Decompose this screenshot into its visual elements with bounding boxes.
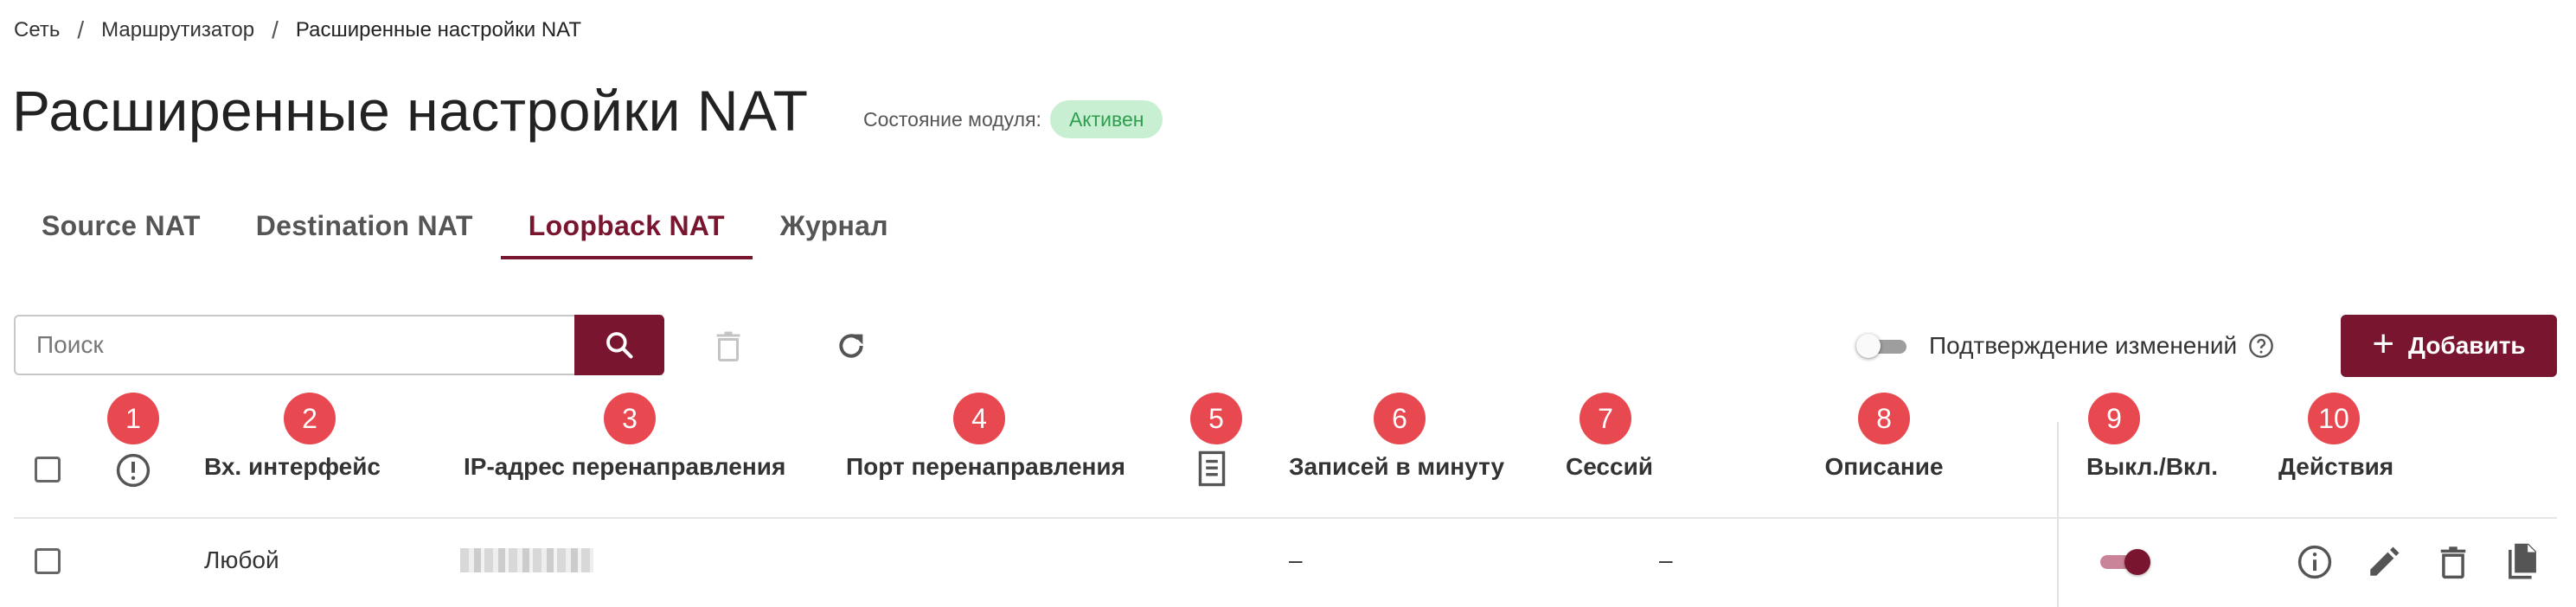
search-icon (606, 332, 633, 359)
plus-icon: + (2372, 323, 2395, 365)
cell-ip-masked (460, 548, 593, 572)
confirm-changes-label: Подтверждение изменений (1929, 332, 2238, 359)
refresh-button[interactable] (827, 322, 875, 370)
trash-icon (716, 331, 740, 361)
refresh-icon (839, 334, 863, 358)
toggle-knob (2124, 549, 2150, 575)
add-button-label: Добавить (2408, 332, 2526, 359)
breadcrumb-separator: / (77, 16, 85, 43)
edit-button[interactable] (2363, 541, 2405, 583)
search-button[interactable] (574, 315, 664, 375)
trash-icon (2440, 546, 2466, 579)
tab-destination-nat[interactable]: Destination NAT (228, 195, 501, 256)
header-sessions[interactable]: Сессий (1566, 450, 1653, 484)
add-button[interactable]: + Добавить (2341, 315, 2557, 377)
header-interface[interactable]: Вх. интерфейс (204, 450, 381, 484)
header-actions: Действия (2278, 453, 2394, 480)
column-marker: 3 (604, 393, 656, 444)
cell-interface: Любой (204, 546, 279, 573)
help-icon[interactable] (2247, 332, 2275, 360)
toggle-knob (1856, 334, 1881, 358)
column-marker: 2 (284, 393, 336, 444)
document-icon (1195, 450, 1228, 492)
column-marker: 5 (1190, 393, 1242, 444)
tab-bar: Source NAT Destination NAT Loopback NAT … (14, 195, 916, 261)
delete-selected-button[interactable] (704, 322, 753, 370)
column-marker: 1 (107, 393, 159, 444)
header-toggle[interactable]: Выкл./Вкл. (2086, 450, 2218, 484)
info-button[interactable] (2294, 541, 2336, 583)
search-field (14, 315, 663, 375)
column-marker: 7 (1580, 393, 1631, 444)
tab-journal[interactable]: Журнал (753, 195, 916, 256)
column-marker: 4 (953, 393, 1005, 444)
breadcrumb-item-network[interactable]: Сеть (14, 18, 60, 42)
delete-button[interactable] (2432, 541, 2474, 583)
confirm-changes: Подтверждение изменений (1856, 325, 2275, 367)
cell-sessions: – (1659, 546, 1673, 573)
row-checkbox[interactable] (35, 548, 61, 574)
info-icon (2297, 545, 2332, 579)
module-status: Состояние модуля: Активен (863, 100, 1163, 138)
column-marker: 9 (2088, 393, 2140, 444)
alert-circle-icon (114, 451, 152, 494)
copy-icon (2509, 543, 2536, 579)
column-marker: 10 (2308, 393, 2360, 444)
cell-records: – (1289, 546, 1303, 573)
breadcrumb-separator: / (272, 16, 279, 43)
tab-loopback-nat[interactable]: Loopback NAT (500, 195, 753, 259)
column-marker: 8 (1858, 393, 1910, 444)
edit-icon (2370, 546, 2400, 576)
nat-settings-page: Сеть / Маршрутизатор / Расширенные настр… (0, 0, 2576, 607)
status-label: Состояние модуля: (863, 107, 1041, 131)
search-input[interactable] (16, 316, 555, 374)
header-ip[interactable]: IP-адрес перенаправления (464, 450, 785, 484)
tab-source-nat[interactable]: Source NAT (14, 195, 228, 256)
breadcrumb: Сеть / Маршрутизатор / Расширенные настр… (14, 16, 581, 45)
header-description[interactable]: Описание (1824, 450, 1943, 484)
copy-button[interactable] (2502, 541, 2543, 583)
table-divider (14, 517, 2557, 519)
row-enabled-toggle[interactable] (2099, 545, 2152, 579)
column-marker: 6 (1374, 393, 1426, 444)
breadcrumb-item-router[interactable]: Маршрутизатор (101, 18, 254, 42)
confirm-changes-toggle[interactable] (1856, 329, 1910, 363)
breadcrumb-item-current: Расширенные настройки NAT (295, 18, 582, 42)
status-badge: Активен (1049, 100, 1163, 138)
column-divider (2057, 422, 2059, 607)
header-records-per-minute[interactable]: Записей в минуту (1289, 450, 1504, 484)
page-title: Расширенные настройки NAT (12, 79, 809, 143)
select-all-checkbox[interactable] (35, 457, 61, 482)
header-port[interactable]: Порт перенаправления (846, 450, 1125, 484)
